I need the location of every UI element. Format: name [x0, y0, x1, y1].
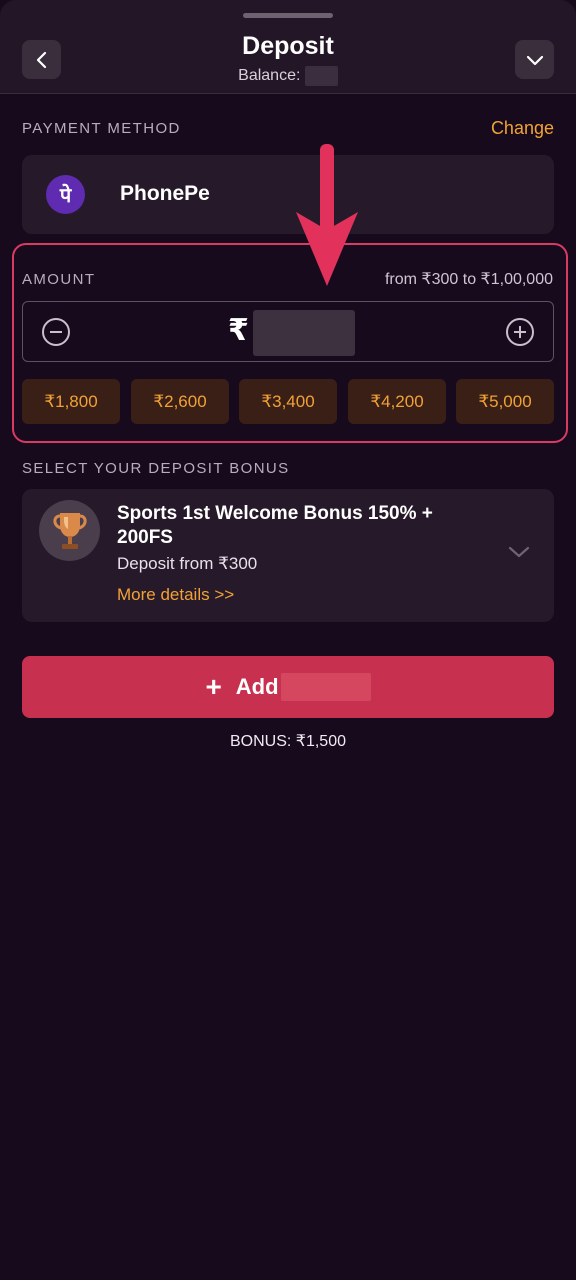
amount-chip[interactable]: ₹4,200	[348, 379, 446, 424]
balance-value-redacted	[304, 66, 338, 86]
payment-method-label: PAYMENT METHOD	[22, 120, 181, 137]
payment-method-card[interactable]: पे PhonePe	[22, 155, 554, 234]
bonus-subtitle: Deposit from ₹300	[117, 554, 258, 573]
arrow-down-icon	[296, 144, 358, 286]
amount-input[interactable]: ₹	[22, 301, 554, 362]
amount-chip[interactable]: ₹5,000	[456, 379, 554, 424]
chevron-down-icon[interactable]	[508, 545, 530, 559]
deposit-bonus-label: SELECT YOUR DEPOSIT BONUS	[22, 460, 290, 477]
rupee-icon: ₹	[228, 314, 249, 347]
phonepe-logo: पे	[46, 175, 85, 214]
bonus-total: BONUS: ₹1,500	[229, 733, 346, 750]
add-deposit-button[interactable]: + Add	[22, 656, 554, 718]
plus-icon: +	[205, 671, 222, 702]
amount-range: from ₹300 to ₹1,00,000	[384, 271, 553, 288]
payment-method-name: PhonePe	[120, 182, 210, 205]
more-details-link[interactable]: More details >>	[117, 585, 234, 605]
decrease-amount-button[interactable]	[42, 318, 70, 346]
page-title: Deposit	[242, 32, 334, 60]
add-button-label: Add	[235, 674, 279, 699]
drag-handle[interactable]	[243, 13, 333, 18]
balance-label: Balance:	[238, 67, 301, 85]
amount-chip[interactable]: ₹1,800	[22, 379, 120, 424]
amount-chip[interactable]: ₹3,400	[239, 379, 337, 424]
bonus-title: Sports 1st Welcome Bonus 150% + 200FS	[117, 503, 433, 548]
trophy-icon	[39, 500, 100, 561]
increase-amount-button[interactable]	[506, 318, 534, 346]
change-payment-link[interactable]: Change	[491, 118, 554, 139]
sheet-header: Deposit Balance:	[0, 0, 576, 94]
balance-line: Balance:	[0, 66, 576, 86]
amount-value-redacted	[253, 310, 355, 356]
add-amount-redacted	[280, 673, 371, 701]
bonus-card[interactable]: Sports 1st Welcome Bonus 150% + 200FS De…	[22, 489, 554, 622]
amount-label: AMOUNT	[22, 271, 96, 288]
collapse-button[interactable]	[515, 40, 554, 79]
amount-chip[interactable]: ₹2,600	[131, 379, 229, 424]
chevron-down-icon	[526, 55, 543, 65]
